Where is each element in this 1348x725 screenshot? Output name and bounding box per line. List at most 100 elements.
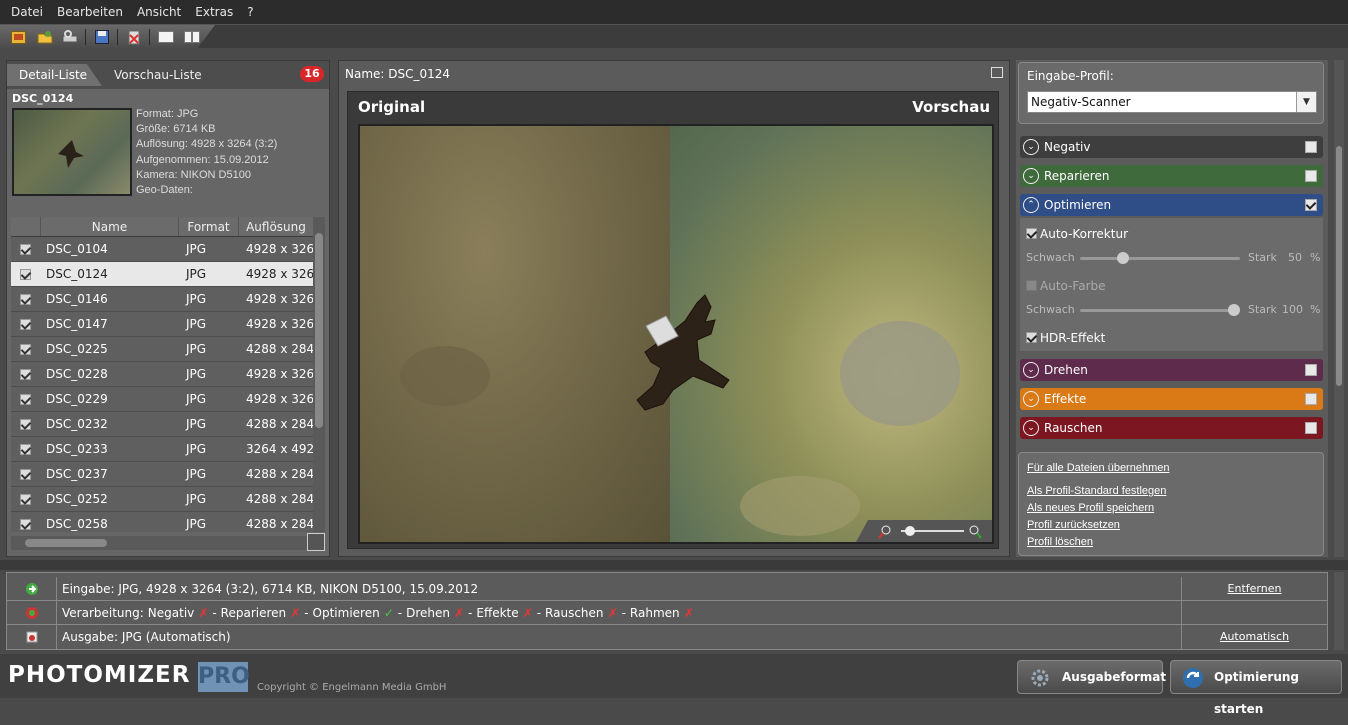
table-row[interactable]: DSC_0147 JPG 4928 x 3264	[11, 312, 325, 337]
section-optimieren[interactable]: ⌃ Optimieren	[1020, 194, 1323, 216]
single-view-icon[interactable]	[157, 28, 175, 46]
menu-datei[interactable]: Datei	[4, 0, 50, 24]
unit-label: %	[1310, 251, 1321, 264]
apply-all-link[interactable]: Für alle Dateien übernehmen	[1027, 462, 1169, 474]
row-name: DSC_0258	[46, 517, 108, 531]
remove-icon[interactable]	[125, 28, 143, 46]
auto-color-checkbox[interactable]	[1026, 280, 1037, 291]
start-optimize-button[interactable]: Optimierung starten	[1170, 660, 1342, 716]
split-view-icon[interactable]	[183, 28, 201, 46]
table-row[interactable]: DSC_0225 JPG 4288 x 2848	[11, 337, 325, 362]
save-icon[interactable]	[93, 28, 111, 46]
meta-format: Format: JPG	[136, 108, 199, 120]
col-format[interactable]: Format	[179, 217, 239, 236]
row-checkbox[interactable]	[20, 318, 31, 330]
section-checkbox[interactable]	[1305, 422, 1317, 434]
vertical-scrollbar[interactable]	[313, 217, 325, 532]
profile-select[interactable]: Negativ-Scanner ▼	[1027, 91, 1317, 113]
chevron-down-icon[interactable]: ⌄	[1023, 420, 1039, 436]
row-checkbox[interactable]	[20, 468, 31, 480]
auto-color-slider[interactable]	[1080, 304, 1240, 316]
table-row[interactable]: DSC_0124 JPG 4928 x 3264	[11, 262, 325, 287]
chevron-up-icon[interactable]: ⌃	[1023, 197, 1039, 213]
auto-correct-slider[interactable]	[1080, 252, 1240, 264]
horizontal-scrollbar[interactable]	[11, 536, 307, 550]
table-row[interactable]: DSC_0229 JPG 4928 x 3264	[11, 387, 325, 412]
delete-profile-link[interactable]: Profil löschen	[1027, 536, 1093, 548]
summary-scrollbar[interactable]	[1334, 572, 1344, 650]
table-row[interactable]: DSC_0252 JPG 4288 x 2848	[11, 487, 325, 512]
open-image-icon[interactable]	[9, 28, 27, 46]
col-check[interactable]	[11, 217, 41, 236]
file-count-badge: 16	[300, 66, 324, 82]
table-row[interactable]: DSC_0228 JPG 4928 x 3264	[11, 362, 325, 387]
row-name: DSC_0124	[46, 267, 108, 281]
section-checkbox[interactable]	[1305, 393, 1317, 405]
section-negativ[interactable]: ⌄ Negativ	[1020, 136, 1323, 158]
table-row[interactable]: DSC_0258 JPG 4288 x 2848	[11, 512, 325, 532]
output-icon	[7, 625, 57, 649]
menu-ansicht[interactable]: Ansicht	[130, 0, 188, 24]
chevron-down-icon[interactable]: ⌄	[1023, 139, 1039, 155]
row-checkbox[interactable]	[20, 243, 31, 255]
scan-icon[interactable]	[61, 28, 79, 46]
tab-detail-list[interactable]: Detail-Liste	[7, 64, 102, 86]
row-checkbox[interactable]	[20, 518, 31, 530]
menu-extras[interactable]: Extras	[188, 0, 240, 24]
auto-correct-slider-row: Schwach Stark 50 %	[1026, 251, 1321, 264]
table-body: DSC_0104 JPG 4928 x 3264 DSC_0124 JPG 4928 x …	[11, 237, 325, 532]
section-checkbox[interactable]	[1305, 141, 1317, 153]
tab-preview-list[interactable]: Vorschau-Liste	[102, 64, 227, 86]
row-checkbox[interactable]	[20, 493, 31, 505]
step-separator: -	[393, 606, 403, 620]
row-checkbox[interactable]	[20, 393, 31, 405]
row-resolution: 4928 x 3264	[246, 242, 316, 256]
row-checkbox[interactable]	[20, 368, 31, 380]
section-checkbox[interactable]	[1305, 199, 1317, 211]
set-default-link[interactable]: Als Profil-Standard festlegen	[1027, 485, 1166, 497]
chevron-down-icon[interactable]: ⌄	[1023, 168, 1039, 184]
label-original: Original	[358, 98, 426, 116]
row-format: JPG	[186, 317, 207, 331]
reset-profile-link[interactable]: Profil zurücksetzen	[1027, 519, 1120, 531]
row-checkbox[interactable]	[20, 268, 31, 280]
row-resolution: 4928 x 3264	[246, 317, 316, 331]
hdr-checkbox[interactable]	[1026, 332, 1037, 343]
comparison-image[interactable]	[358, 124, 994, 544]
auto-link[interactable]: Automatisch	[1181, 625, 1327, 649]
slider-value: 50	[1288, 251, 1302, 264]
output-format-button[interactable]: Ausgabeformat	[1017, 660, 1166, 694]
col-name[interactable]: Name	[41, 217, 179, 236]
row-checkbox[interactable]	[20, 293, 31, 305]
table-row[interactable]: DSC_0232 JPG 4288 x 2848	[11, 412, 325, 437]
auto-correct-checkbox[interactable]	[1026, 228, 1037, 239]
menu-bearbeiten[interactable]: Bearbeiten	[50, 0, 130, 24]
row-checkbox[interactable]	[20, 418, 31, 430]
chevron-down-icon[interactable]: ⌄	[1023, 391, 1039, 407]
expand-icon[interactable]	[991, 67, 1003, 78]
table-row[interactable]: DSC_0233 JPG 3264 x 4928	[11, 437, 325, 462]
table-row[interactable]: DSC_0237 JPG 4288 x 2848	[11, 462, 325, 487]
remove-link[interactable]: Entfernen	[1181, 577, 1327, 601]
horizontal-splitter[interactable]	[0, 560, 1348, 570]
detail-filename: DSC_0124	[12, 92, 74, 105]
row-checkbox[interactable]	[20, 443, 31, 455]
section-effekte[interactable]: ⌄ Effekte	[1020, 388, 1323, 410]
section-checkbox[interactable]	[1305, 364, 1317, 376]
menu-help[interactable]: ?	[240, 0, 260, 24]
label-preview: Vorschau	[912, 98, 990, 116]
section-rauschen[interactable]: ⌄ Rauschen	[1020, 417, 1323, 439]
section-drehen[interactable]: ⌄ Drehen	[1020, 359, 1323, 381]
row-checkbox[interactable]	[20, 343, 31, 355]
open-folder-icon[interactable]	[36, 28, 54, 46]
col-resolution[interactable]: Auflösung	[239, 217, 313, 236]
section-checkbox[interactable]	[1305, 170, 1317, 182]
chevron-down-icon[interactable]: ▼	[1296, 92, 1316, 112]
save-profile-link[interactable]: Als neues Profil speichern	[1027, 502, 1154, 514]
table-row[interactable]: DSC_0104 JPG 4928 x 3264	[11, 237, 325, 262]
settings-scrollbar[interactable]	[1334, 60, 1344, 557]
chevron-down-icon[interactable]: ⌄	[1023, 362, 1039, 378]
section-reparieren[interactable]: ⌄ Reparieren	[1020, 165, 1323, 187]
table-row[interactable]: DSC_0146 JPG 4928 x 3264	[11, 287, 325, 312]
row-name: DSC_0229	[46, 392, 108, 406]
